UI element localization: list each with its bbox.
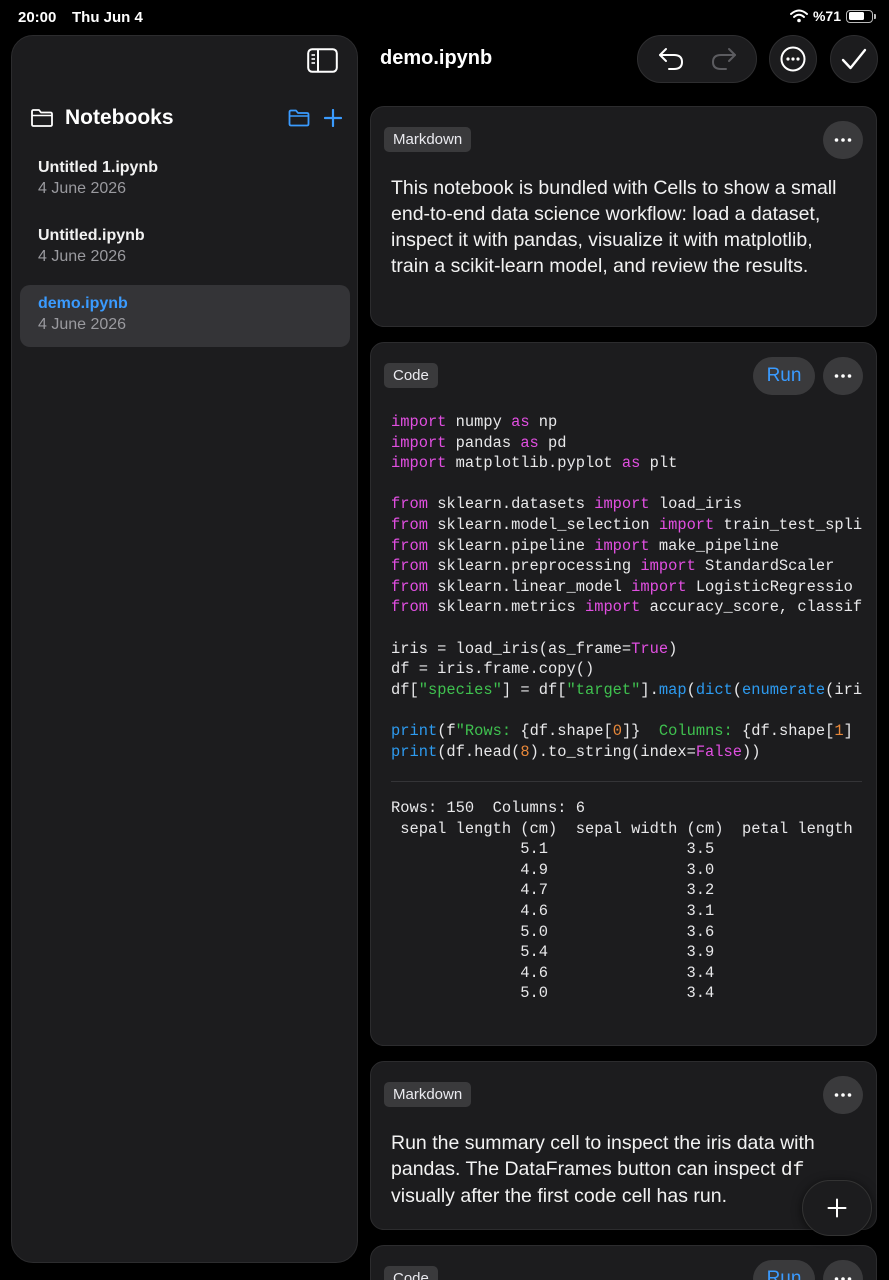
code-line: print(df.head(8).to_string(index=False))	[391, 742, 761, 761]
notebook-item[interactable]: Untitled 1.ipynb 4 June 2026	[20, 149, 350, 211]
code-line: from sklearn.pipeline import make_pipeli…	[391, 536, 779, 555]
cell-type-badge: Markdown	[384, 127, 472, 152]
output-line: Rows: 150 Columns: 6	[391, 799, 585, 817]
notebook-date: 4 June 2026	[38, 180, 127, 197]
plus-icon	[827, 1198, 847, 1218]
output-line: 4.6 3.4	[391, 963, 715, 982]
notebook-list: Untitled 1.ipynb 4 June 2026 Untitled.ip…	[20, 149, 350, 353]
notebook-name: demo.ipynb	[38, 295, 128, 312]
cell-more-button[interactable]	[823, 121, 863, 159]
redo-icon[interactable]	[710, 46, 738, 72]
code-line: from sklearn.linear_model import Logisti…	[391, 577, 853, 596]
run-button[interactable]: Run	[753, 1260, 815, 1280]
undo-redo-group	[637, 35, 757, 83]
markdown-cell[interactable]: Markdown Run the summary cell to inspect…	[370, 1061, 877, 1230]
add-cell-button[interactable]	[802, 1180, 872, 1236]
markdown-cell[interactable]: Markdown This notebook is bundled with C…	[370, 106, 877, 327]
code-cell[interactable]: Code Run import numpy as np import pandas…	[370, 342, 877, 1046]
run-button[interactable]: Run	[753, 357, 815, 395]
output-divider	[391, 781, 862, 782]
more-options-button[interactable]	[769, 35, 817, 83]
add-notebook-button[interactable]	[324, 109, 342, 127]
code-line: import numpy as np	[391, 413, 558, 431]
markdown-text: This notebook is bundled with Cells to s…	[391, 177, 837, 277]
battery-icon	[846, 9, 876, 23]
sidebar-toggle-icon[interactable]	[306, 47, 338, 74]
cell-type-badge: Code	[384, 1266, 438, 1280]
cell-more-button[interactable]	[823, 1260, 863, 1280]
code-line: from sklearn.preprocessing import Standa…	[391, 557, 835, 576]
wifi-icon	[789, 9, 808, 23]
status-bar: 20:00 Thu Jun 4 %71	[0, 0, 889, 34]
status-indicators: %71	[789, 8, 876, 24]
cell-output: Rows: 150 Columns: 6 sepal length (cm) s…	[391, 798, 853, 1004]
code-line: df = iris.frame.copy()	[391, 660, 595, 679]
cell-more-button[interactable]	[823, 1076, 863, 1114]
code-line: import matplotlib.pyplot as plt	[391, 454, 678, 473]
code-cell[interactable]: Code Run	[370, 1245, 877, 1280]
cell-more-button[interactable]	[823, 357, 863, 395]
undo-icon[interactable]	[657, 46, 685, 72]
output-line: 5.0 3.4	[391, 984, 715, 1003]
notebook-item-selected[interactable]: demo.ipynb 4 June 2026	[20, 285, 350, 347]
output-line: 4.6 3.1	[391, 901, 715, 920]
code-editor[interactable]: import numpy as np import pandas as pd imp…	[391, 412, 862, 762]
ellipsis-icon	[780, 46, 806, 72]
output-line: 4.9 3.0	[391, 860, 715, 879]
markdown-text: Run the summary cell to inspect the iris…	[391, 1132, 815, 1207]
notebook-date: 4 June 2026	[38, 316, 127, 333]
status-date: Thu Jun 4	[72, 9, 143, 26]
new-folder-button[interactable]	[288, 109, 310, 127]
output-line: 4.7 3.2	[391, 881, 715, 900]
battery-percent: %71	[812, 8, 841, 24]
checkmark-icon	[841, 48, 867, 70]
ellipsis-icon	[834, 1093, 852, 1097]
output-line: 5.0 3.6	[391, 922, 715, 941]
code-line: from sklearn.datasets import load_iris	[391, 495, 742, 514]
notebook-name: Untitled.ipynb	[38, 227, 145, 244]
code-line: print(f"Rows: {df.shape[0]} Columns: {df…	[391, 721, 853, 740]
output-line: sepal length (cm) sepal width (cm) petal…	[391, 819, 853, 838]
code-line: from sklearn.model_selection import trai…	[391, 515, 863, 534]
notebook-name: Untitled 1.ipynb	[38, 159, 158, 176]
document-title: demo.ipynb	[380, 47, 493, 69]
ellipsis-icon	[834, 374, 852, 378]
folder-icon	[31, 109, 53, 127]
code-line: iris = load_iris(as_frame=True)	[391, 639, 678, 658]
notebook-date: 4 June 2026	[38, 248, 127, 265]
output-line: 5.4 3.9	[391, 943, 715, 962]
sidebar-title: Notebooks	[65, 106, 174, 129]
code-line: df["species"] = df["target"].map(dict(en…	[391, 680, 863, 699]
notebook-item[interactable]: Untitled.ipynb 4 June 2026	[20, 217, 350, 279]
ellipsis-icon	[834, 138, 852, 142]
sidebar: Notebooks Untitled 1.ipynb 4 June 2026 U…	[11, 35, 358, 1263]
inline-code: df	[780, 1159, 805, 1181]
code-line: from sklearn.metrics import accuracy_sco…	[391, 598, 863, 617]
done-button[interactable]	[830, 35, 878, 83]
sidebar-header: Notebooks	[30, 103, 342, 133]
status-time: 20:00	[18, 9, 57, 26]
cell-type-badge: Code	[384, 363, 438, 388]
code-line: import pandas as pd	[391, 433, 567, 452]
output-line: 5.1 3.5	[391, 840, 715, 859]
cell-type-badge: Markdown	[384, 1082, 472, 1107]
